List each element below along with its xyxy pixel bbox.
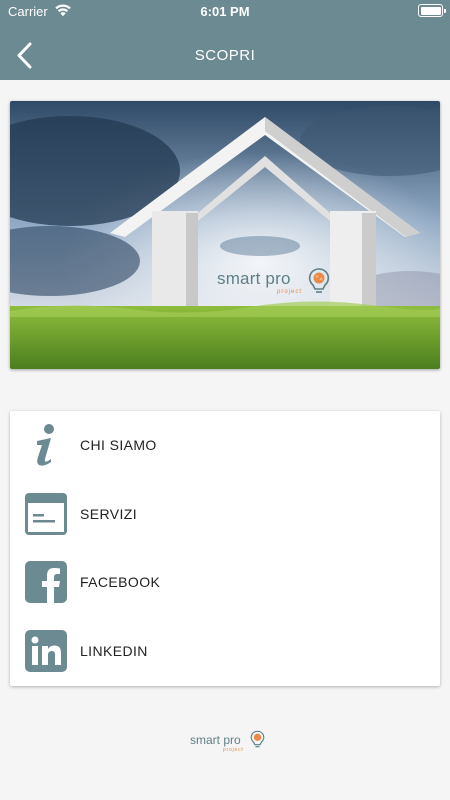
linkedin-icon (25, 630, 67, 672)
info-icon (37, 424, 54, 466)
menu-item-label: SERVIZI (80, 506, 138, 522)
footer-brand-sub: project (223, 747, 244, 753)
menu-item-linkedin[interactable]: LINKEDIN (10, 617, 440, 685)
navigation-bar: Carrier 6:01 PM SCOPRI (0, 0, 450, 80)
hero-brand-name: smart pro (217, 269, 291, 288)
menu-card: CHI SIAMO SERVIZI FACEBOOK LINKEDIN (10, 411, 440, 686)
menu-item-label: LINKEDIN (80, 643, 148, 659)
hero-logo: smart pro project (217, 267, 337, 301)
card-icon (25, 493, 67, 535)
hero-image: smart pro project (10, 101, 440, 369)
menu-item-servizi[interactable]: SERVIZI (10, 480, 440, 548)
battery-icon (418, 4, 446, 17)
footer-brand-name: smart pro (190, 733, 241, 747)
menu-item-label: FACEBOOK (80, 574, 161, 590)
house-illustration (10, 101, 440, 369)
lightbulb-icon (250, 730, 265, 748)
status-time: 6:01 PM (200, 4, 250, 19)
back-button[interactable] (12, 40, 40, 72)
menu-item-facebook[interactable]: FACEBOOK (10, 548, 440, 616)
menu-item-label: CHI SIAMO (80, 437, 157, 453)
lightbulb-icon (308, 268, 330, 293)
facebook-icon (25, 561, 67, 603)
status-bar: Carrier 6:01 PM (0, 0, 450, 24)
hero-brand-sub: project (277, 289, 303, 295)
menu-item-chi-siamo[interactable]: CHI SIAMO (10, 411, 440, 479)
page-title: SCOPRI (194, 47, 256, 64)
chevron-left-icon (17, 42, 32, 69)
footer-logo: smart pro project (190, 728, 270, 756)
